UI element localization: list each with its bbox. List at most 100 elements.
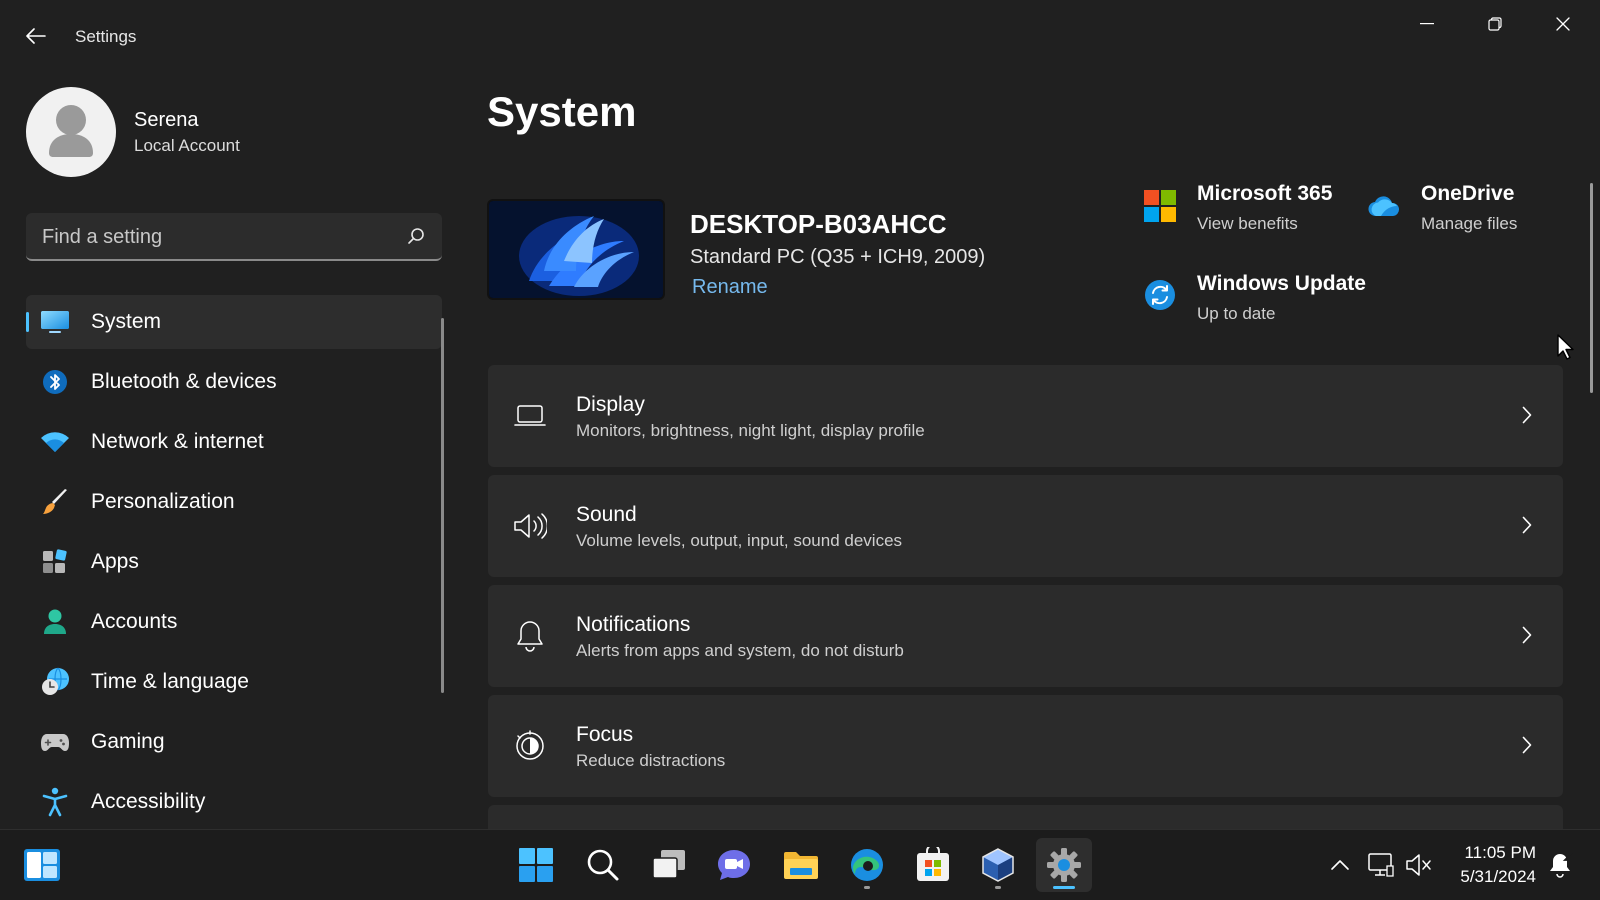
card-subtitle: Volume levels, output, input, sound devi…: [576, 531, 903, 550]
user-silhouette-icon: [49, 105, 93, 157]
paintbrush-icon: [40, 488, 70, 516]
close-icon: [1556, 17, 1570, 31]
taskbar-widgets-button[interactable]: [14, 838, 70, 892]
account-type: Local Account: [134, 136, 240, 155]
app-title: Settings: [75, 27, 137, 46]
volume-muted-icon[interactable]: [1404, 850, 1434, 880]
cube-icon: [982, 848, 1014, 882]
search-icon[interactable]: [406, 226, 426, 246]
sidebar-item-network[interactable]: Network & internet: [26, 415, 442, 469]
chat-icon: [718, 850, 750, 880]
sidebar-scrollbar[interactable]: [441, 318, 444, 693]
sidebar-item-system[interactable]: System: [26, 295, 442, 349]
main-scrollbar[interactable]: [1590, 183, 1593, 393]
card-notifications[interactable]: Notifications Alerts from apps and syste…: [488, 585, 1563, 687]
quick-link-title: OneDrive: [1421, 182, 1515, 205]
update-icon: [1142, 277, 1178, 313]
sidebar-item-accessibility[interactable]: Accessibility: [26, 775, 442, 829]
search-box: [26, 213, 442, 261]
running-indicator: [864, 886, 870, 889]
sidebar-item-apps[interactable]: Apps: [26, 535, 442, 589]
quick-link-subtitle: View benefits: [1197, 214, 1298, 233]
wifi-icon: [40, 428, 70, 456]
quick-link-subtitle: Manage files: [1421, 214, 1518, 233]
search-input[interactable]: [40, 213, 404, 261]
widgets-icon: [24, 849, 60, 881]
sidebar-item-label: Accessibility: [91, 790, 206, 813]
sidebar-item-label: Gaming: [91, 730, 165, 753]
sidebar-item-bluetooth[interactable]: Bluetooth & devices: [26, 355, 442, 409]
running-indicator: [995, 886, 1001, 889]
search-icon: [587, 849, 619, 881]
clock-globe-icon: [40, 667, 70, 696]
taskbar-settings-button[interactable]: [1036, 838, 1092, 892]
taskbar-virtualbox-button[interactable]: [970, 838, 1026, 892]
apps-icon: [40, 548, 70, 576]
clock-time[interactable]: 11:05 PM: [1440, 843, 1536, 863]
taskbar-store-button[interactable]: [905, 838, 961, 892]
device-name: DESKTOP-B03AHCC: [690, 209, 947, 239]
device-model: Standard PC (Q35 + ICH9, 2009): [690, 246, 986, 268]
card-display[interactable]: Display Monitors, brightness, night ligh…: [488, 365, 1563, 467]
active-indicator: [1053, 886, 1075, 889]
microsoft-logo-icon: [1142, 188, 1178, 224]
minimize-button[interactable]: [1404, 8, 1450, 40]
gear-icon: [1047, 848, 1081, 882]
taskbar-edge-button[interactable]: [839, 838, 895, 892]
page-title: System: [487, 88, 637, 135]
sidebar-item-accounts[interactable]: Accounts: [26, 595, 442, 649]
card-sound[interactable]: Sound Volume levels, output, input, soun…: [488, 475, 1563, 577]
focus-icon: [512, 729, 548, 763]
card-title: Display: [576, 393, 645, 416]
quick-link-microsoft-365[interactable]: Microsoft 365 View benefits: [1142, 182, 1342, 242]
cloud-icon: [1366, 188, 1402, 224]
sidebar-item-label: System: [91, 310, 162, 333]
notification-bell-icon[interactable]: [1546, 850, 1576, 880]
user-profile[interactable]: Serena Local Account: [26, 87, 426, 177]
close-button[interactable]: [1540, 8, 1586, 40]
gamepad-icon: [40, 728, 70, 756]
arrow-left-icon: [26, 28, 46, 44]
sidebar-item-gaming[interactable]: Gaming: [26, 715, 442, 769]
sidebar-item-label: Apps: [91, 550, 139, 573]
task-view-icon: [652, 850, 685, 879]
quick-link-title: Windows Update: [1197, 272, 1366, 295]
laptop-icon: [512, 399, 548, 433]
minimize-icon: [1420, 23, 1434, 25]
bell-icon: [512, 619, 548, 653]
monitor-icon: [40, 308, 70, 336]
sidebar-nav: System Bluetooth & devices Network & int…: [26, 295, 442, 835]
taskbar-search-button[interactable]: [575, 838, 631, 892]
speaker-icon: [512, 509, 548, 543]
chevron-right-icon: [1517, 623, 1537, 647]
back-button[interactable]: [22, 22, 50, 50]
taskbar: 11:05 PM 5/31/2024: [0, 829, 1600, 900]
card-subtitle: Monitors, brightness, night light, displ…: [576, 421, 925, 440]
sidebar-item-label: Bluetooth & devices: [91, 370, 277, 393]
quick-link-onedrive[interactable]: OneDrive Manage files: [1366, 182, 1566, 242]
taskbar-task-view-button[interactable]: [641, 838, 697, 892]
windows-bloom-image: [489, 201, 663, 298]
settings-list: Display Monitors, brightness, night ligh…: [488, 365, 1563, 843]
taskbar-file-explorer-button[interactable]: [773, 838, 829, 892]
card-subtitle: Reduce distractions: [576, 751, 726, 770]
network-status-icon[interactable]: [1366, 850, 1396, 880]
chevron-up-icon[interactable]: [1325, 850, 1355, 880]
quick-link-windows-update[interactable]: Windows Update Up to date: [1142, 272, 1402, 332]
taskbar-start-button[interactable]: [508, 838, 564, 892]
bluetooth-icon: [40, 368, 70, 396]
sidebar-item-label: Accounts: [91, 610, 178, 633]
accessibility-icon: [40, 787, 70, 817]
user-name: Serena: [134, 109, 199, 131]
title-bar: Settings: [0, 0, 1600, 72]
store-icon: [917, 847, 949, 881]
sidebar-item-time-language[interactable]: Time & language: [26, 655, 442, 709]
card-subtitle: Alerts from apps and system, do not dist…: [576, 641, 904, 660]
taskbar-chat-button[interactable]: [706, 838, 762, 892]
sidebar-item-personalization[interactable]: Personalization: [26, 475, 442, 529]
rename-link[interactable]: Rename: [692, 276, 768, 299]
mouse-cursor-icon: [1557, 334, 1574, 360]
clock-date[interactable]: 5/31/2024: [1440, 867, 1536, 887]
restore-button[interactable]: [1472, 8, 1518, 40]
card-focus[interactable]: Focus Reduce distractions: [488, 695, 1563, 797]
